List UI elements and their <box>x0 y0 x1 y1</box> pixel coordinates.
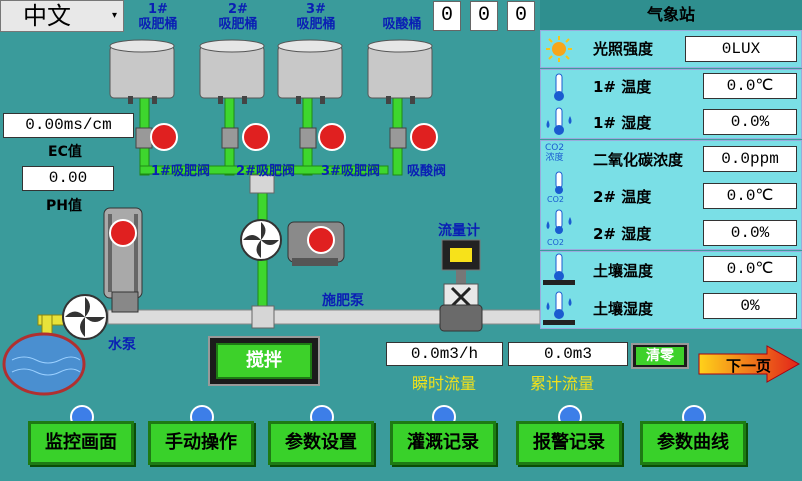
co2-small-label: CO2 浓度 <box>545 143 565 163</box>
tank-1-label-number: 1# <box>148 2 168 17</box>
stir-button[interactable]: 搅拌 <box>208 336 320 386</box>
ec-label: EC值 <box>48 144 82 160</box>
weather-soil-section: 土壤温度 0.0℃ 土壤湿度 0% <box>540 251 802 329</box>
ph-value: 0.00 <box>22 166 114 191</box>
thermometer-icon <box>554 73 564 101</box>
hum1-value: 0.0% <box>703 109 797 135</box>
tank-2-label-number: 2# <box>228 2 248 17</box>
next-page-label[interactable]: 下一页 <box>726 355 771 376</box>
valve-3-label: 3#吸肥阀 <box>321 164 380 179</box>
tank-3-label-name: 吸肥桶 <box>296 17 336 32</box>
temp2-value: 0.0℃ <box>703 183 797 209</box>
humidity-icon <box>546 107 572 135</box>
total-flow-label: 累计流量 <box>530 374 595 393</box>
flowmeter-label: 流量计 <box>438 223 480 239</box>
soil-hum-value: 0% <box>703 293 797 319</box>
clear-button-label: 清零 <box>636 347 684 365</box>
hum1-label: 1# 湿度 <box>593 114 652 132</box>
tank-1-label-name: 吸肥桶 <box>138 17 178 32</box>
tank-2-label-name: 吸肥桶 <box>218 17 258 32</box>
co2-value: 0.0ppm <box>703 146 797 172</box>
ph-label: PH值 <box>46 198 82 214</box>
soil-humidity-icon <box>543 291 575 325</box>
clear-button[interactable]: 清零 <box>631 343 689 369</box>
soil-thermometer-icon <box>543 253 575 285</box>
total-flow-value: 0.0m3 <box>508 342 628 366</box>
instant-flow-label: 瞬时流量 <box>412 374 477 393</box>
nav-params-button[interactable]: 参数设置 <box>268 421 374 465</box>
soil-temp-value: 0.0℃ <box>703 256 797 282</box>
weather-sensor1-section: 1# 温度 0.0℃ 1# 湿度 0.0% <box>540 69 802 139</box>
nav-manual-button[interactable]: 手动操作 <box>148 421 254 465</box>
nav-curve-button[interactable]: 参数曲线 <box>640 421 746 465</box>
light-label: 光照强度 <box>593 40 654 58</box>
hum2-label: 2# 湿度 <box>593 225 652 243</box>
co2-tag-1: CO2 <box>547 195 564 204</box>
nav-alarm-button[interactable]: 报警记录 <box>516 421 622 465</box>
valve-4-label: 吸酸阀 <box>407 164 447 179</box>
water-pump-label: 水泵 <box>108 337 136 353</box>
tank-3-label-number: 3# <box>306 2 326 17</box>
weather-sensor2-section: CO2 浓度 二氧化碳浓度 0.0ppm CO2 2# 温度 0.0℃ CO2 … <box>540 140 802 250</box>
weather-station-title: 气象站 <box>540 0 802 30</box>
sun-icon <box>546 36 572 62</box>
fertilizer-pump-label: 施肥泵 <box>322 293 364 309</box>
stir-button-label: 搅拌 <box>216 343 312 379</box>
valve-2-label: 2#吸肥阀 <box>236 164 295 179</box>
soil-temp-label: 土壤温度 <box>593 262 654 280</box>
weather-light-section: 光照强度 0LUX <box>540 30 802 68</box>
instant-flow-value: 0.0m3/h <box>386 342 503 366</box>
ec-value: 0.00ms/cm <box>3 113 134 138</box>
tank-4-label-name: 吸酸桶 <box>382 17 422 32</box>
tank-group <box>109 39 433 104</box>
co2-tag-2: CO2 <box>547 238 564 247</box>
humidity-co2-icon <box>546 209 572 234</box>
temp1-value: 0.0℃ <box>703 73 797 99</box>
hum2-value: 0.0% <box>703 220 797 246</box>
co2-label: 二氧化碳浓度 <box>593 151 684 169</box>
light-value: 0LUX <box>685 36 797 62</box>
nav-monitor-button[interactable]: 监控画面 <box>28 421 134 465</box>
temp2-label: 2# 温度 <box>593 188 652 206</box>
thermometer-co2-icon <box>555 171 563 194</box>
valve-1-label: 1#吸肥阀 <box>151 164 210 179</box>
temp1-label: 1# 温度 <box>593 78 652 96</box>
soil-hum-label: 土壤湿度 <box>593 300 654 318</box>
nav-irrigation-button[interactable]: 灌溉记录 <box>390 421 496 465</box>
